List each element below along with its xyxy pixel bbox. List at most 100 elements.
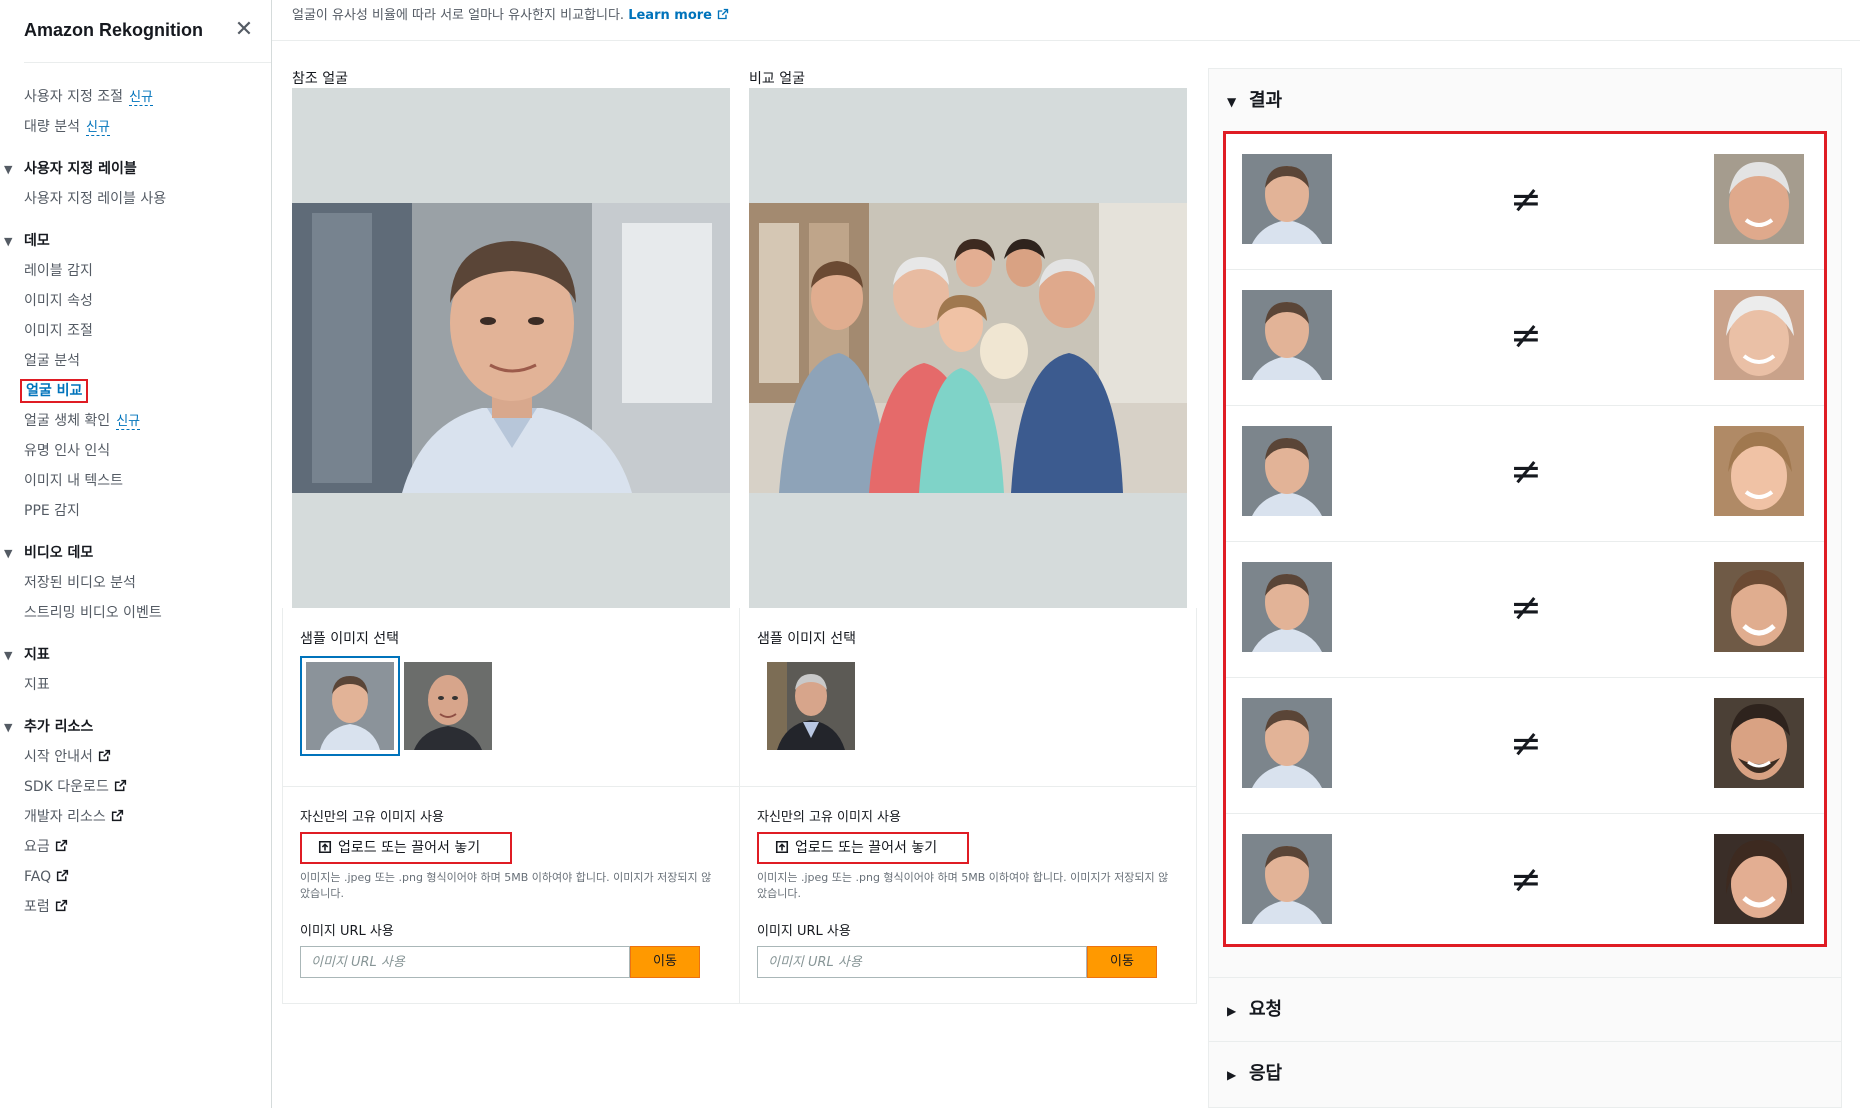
sidebar-divider	[24, 62, 271, 63]
sidebar-item-developer-resources[interactable]: 개발자 리소스	[0, 802, 272, 832]
app-title[interactable]: Amazon Rekognition	[24, 20, 203, 41]
sidebar-item-label: 시작 안내서	[24, 749, 93, 765]
new-badge: 신규	[85, 120, 110, 136]
header-divider	[272, 40, 1860, 41]
reference-go-button[interactable]: 이동	[630, 946, 700, 978]
sidebar-item-label: 얼굴 비교	[19, 379, 89, 403]
sidebar-item-custom-moderation[interactable]: 사용자 지정 조절 신규	[0, 82, 272, 112]
sidebar-item-label: SDK 다운로드	[24, 779, 109, 795]
not-equal-icon: ≠	[1510, 177, 1542, 221]
section-metrics[interactable]: ▼ 지표	[0, 640, 272, 670]
image-url-title: 이미지 URL 사용	[300, 924, 394, 939]
sidebar-item-label: 유명 인사 인식	[24, 443, 111, 459]
sidebar-item-label: 요금	[24, 839, 50, 855]
section-divider	[739, 786, 1197, 787]
reference-face-thumbnail	[1242, 290, 1332, 380]
request-accordion-header[interactable]: ▶ 요청	[1209, 977, 1841, 1041]
page-description: 얼굴이 유사성 비율에 따라 서로 얼마나 유사한지 비교합니다. Learn …	[292, 4, 729, 23]
results-accordion-header[interactable]: ▼ 결과	[1209, 69, 1841, 133]
comparison-upload-button[interactable]: 업로드 또는 끌어서 놓기	[757, 832, 969, 864]
compared-face-thumbnail	[1714, 698, 1804, 788]
sidebar-item-image-properties[interactable]: 이미지 속성	[0, 286, 272, 316]
learn-more-link[interactable]: Learn more	[628, 8, 728, 23]
compared-face-thumbnail	[1714, 834, 1804, 924]
upload-icon	[775, 840, 789, 854]
sidebar-item-text-in-image[interactable]: 이미지 내 텍스트	[0, 466, 272, 496]
section-label: 비디오 데모	[24, 545, 94, 561]
response-accordion-header[interactable]: ▶ 응답	[1209, 1041, 1841, 1105]
own-image-title: 자신만의 고유 이미지 사용	[757, 810, 901, 825]
sidebar-item-celebrity-recognition[interactable]: 유명 인사 인식	[0, 436, 272, 466]
sidebar-item-label: 포럼	[24, 899, 50, 915]
comparison-sample-thumbnail-1[interactable]	[767, 662, 855, 750]
reference-face-thumbnail	[1242, 154, 1332, 244]
result-row: ≠	[1226, 406, 1824, 542]
sidebar-item-label-detection[interactable]: 레이블 감지	[0, 256, 272, 286]
sidebar-item-stored-video[interactable]: 저장된 비디오 분석	[0, 568, 272, 598]
sidebar-item-getting-started[interactable]: 시작 안내서	[0, 742, 272, 772]
reference-upload-button[interactable]: 업로드 또는 끌어서 놓기	[300, 832, 512, 864]
not-equal-icon: ≠	[1510, 721, 1542, 765]
sidebar-item-label: 저장된 비디오 분석	[24, 575, 136, 591]
external-link-icon	[717, 8, 728, 20]
caret-down-icon: ▼	[4, 649, 13, 662]
section-label: 데모	[24, 233, 50, 249]
results-panel: ▼ 결과 ≠ ≠ ≠ ≠ ≠ ≠ ▶ 요청 ▶ 응답	[1208, 68, 1842, 1108]
comparison-url-input[interactable]	[757, 946, 1087, 978]
external-link-icon	[98, 749, 110, 762]
sidebar-item-forum[interactable]: 포럼	[0, 892, 272, 922]
result-row: ≠	[1226, 678, 1824, 814]
sidebar-item-faq[interactable]: FAQ	[0, 862, 272, 892]
not-equal-icon: ≠	[1510, 585, 1542, 629]
upload-label: 업로드 또는 끌어서 놓기	[795, 840, 938, 856]
sidebar-item-face-liveness[interactable]: 얼굴 생체 확인 신규	[0, 406, 272, 436]
sidebar-item-face-comparison[interactable]: 얼굴 비교	[0, 376, 272, 406]
sidebar-item-label: 사용자 지정 조절	[24, 89, 124, 105]
external-link-icon	[55, 839, 67, 852]
caret-right-icon: ▶	[1227, 1004, 1237, 1018]
reference-face-image	[292, 203, 730, 493]
upload-label: 업로드 또는 끌어서 놓기	[338, 840, 481, 856]
sidebar-item-label: 이미지 내 텍스트	[24, 473, 124, 489]
sidebar-item-label: 이미지 조절	[24, 323, 93, 339]
comparison-face-panel: 비교 얼굴 샘플 이미지 선택 자신만의 고유 이미지 사용 업로드 또는 끌어…	[739, 68, 1197, 1004]
sidebar-item-label: 대량 분석	[24, 119, 80, 135]
compared-face-thumbnail	[1714, 562, 1804, 652]
sidebar-item-facial-analysis[interactable]: 얼굴 분석	[0, 346, 272, 376]
sidebar-item-ppe-detection[interactable]: PPE 감지	[0, 496, 272, 526]
section-video-demos[interactable]: ▼ 비디오 데모	[0, 538, 272, 568]
close-icon[interactable]: ✕	[232, 18, 256, 42]
sidebar-item-sdk-download[interactable]: SDK 다운로드	[0, 772, 272, 802]
reference-sample-thumbnail-2[interactable]	[404, 662, 492, 750]
external-link-icon	[57, 869, 69, 882]
sidebar-item-pricing[interactable]: 요금	[0, 832, 272, 862]
comparison-group-image	[749, 203, 1187, 493]
sidebar-item-bulk-analysis[interactable]: 대량 분석 신규	[0, 112, 272, 142]
upload-hint: 이미지는 .jpeg 또는 .png 형식이어야 하며 5MB 이하여야 합니다…	[300, 871, 712, 900]
section-label: 추가 리소스	[24, 719, 94, 735]
section-demos[interactable]: ▼ 데모	[0, 226, 272, 256]
sample-image-title: 샘플 이미지 선택	[300, 631, 400, 647]
sidebar-item-streaming-video[interactable]: 스트리밍 비디오 이벤트	[0, 598, 272, 628]
comparison-go-button[interactable]: 이동	[1087, 946, 1157, 978]
section-additional-resources[interactable]: ▼ 추가 리소스	[0, 712, 272, 742]
section-custom-labels[interactable]: ▼ 사용자 지정 레이블	[0, 154, 272, 184]
compared-face-thumbnail	[1714, 290, 1804, 380]
upload-icon	[318, 840, 332, 854]
sidebar-item-label: 레이블 감지	[24, 263, 93, 279]
reference-face-title: 참조 얼굴	[292, 71, 348, 87]
result-row: ≠	[1226, 270, 1824, 406]
sidebar-item-label: 얼굴 생체 확인	[24, 413, 111, 429]
sample-image-title: 샘플 이미지 선택	[757, 631, 857, 647]
sidebar-item-image-moderation[interactable]: 이미지 조절	[0, 316, 272, 346]
reference-sample-thumbnail-1[interactable]	[300, 656, 400, 756]
reference-face-thumbnail	[1242, 834, 1332, 924]
sidebar-item-metrics[interactable]: 지표	[0, 670, 272, 700]
caret-down-icon: ▼	[4, 235, 13, 248]
caret-down-icon: ▼	[1227, 95, 1237, 109]
nav-list: 사용자 지정 조절 신규 대량 분석 신규 ▼ 사용자 지정 레이블 사용자 지정 레…	[0, 82, 272, 922]
not-equal-icon: ≠	[1510, 449, 1542, 493]
sidebar-item-use-custom-labels[interactable]: 사용자 지정 레이블 사용	[0, 184, 272, 214]
side-navigation: Amazon Rekognition ✕ 사용자 지정 조절 신규 대량 분석 신규…	[0, 0, 272, 1108]
reference-url-input[interactable]	[300, 946, 630, 978]
